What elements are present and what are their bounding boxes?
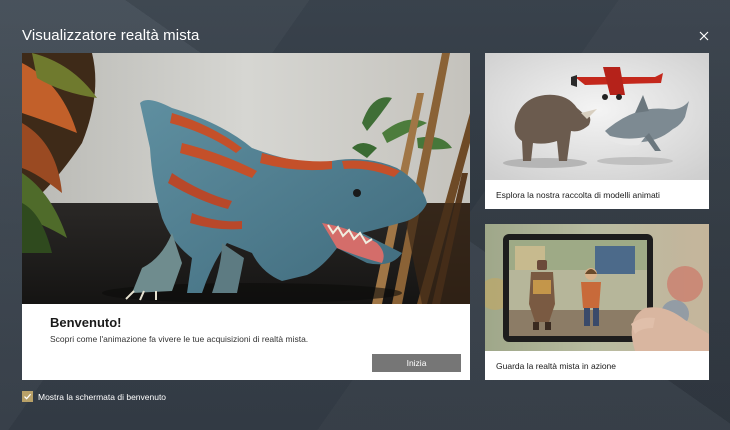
show-welcome-label: Mostra la schermata di benvenuto [38, 391, 167, 402]
animal-models-image [485, 53, 709, 180]
window-title: Visualizzatore realtà mista [22, 27, 200, 44]
explore-models-label: Esplora la nostra raccolta di modelli an… [496, 190, 660, 200]
watch-mixed-reality-label: Guarda la realtà mista in azione [496, 361, 617, 371]
explore-models-card[interactable]: Esplora la nostra raccolta di modelli an… [485, 53, 709, 209]
dinosaur-image [22, 53, 470, 304]
welcome-card: Benvenuto! Scopri come l'animazione fa v… [22, 53, 470, 380]
show-welcome-checkbox[interactable] [22, 391, 33, 402]
tablet-classroom-image [485, 224, 709, 351]
welcome-description: Scopri come l'animazione fa vivere le tu… [50, 334, 309, 344]
show-welcome-row[interactable]: Mostra la schermata di benvenuto [22, 390, 166, 403]
close-icon[interactable] [697, 29, 711, 43]
welcome-heading: Benvenuto! [50, 315, 122, 330]
watch-mixed-reality-card[interactable]: Guarda la realtà mista in azione [485, 224, 709, 380]
start-button[interactable]: Inizia [372, 354, 461, 372]
checkmark-icon [24, 393, 32, 400]
